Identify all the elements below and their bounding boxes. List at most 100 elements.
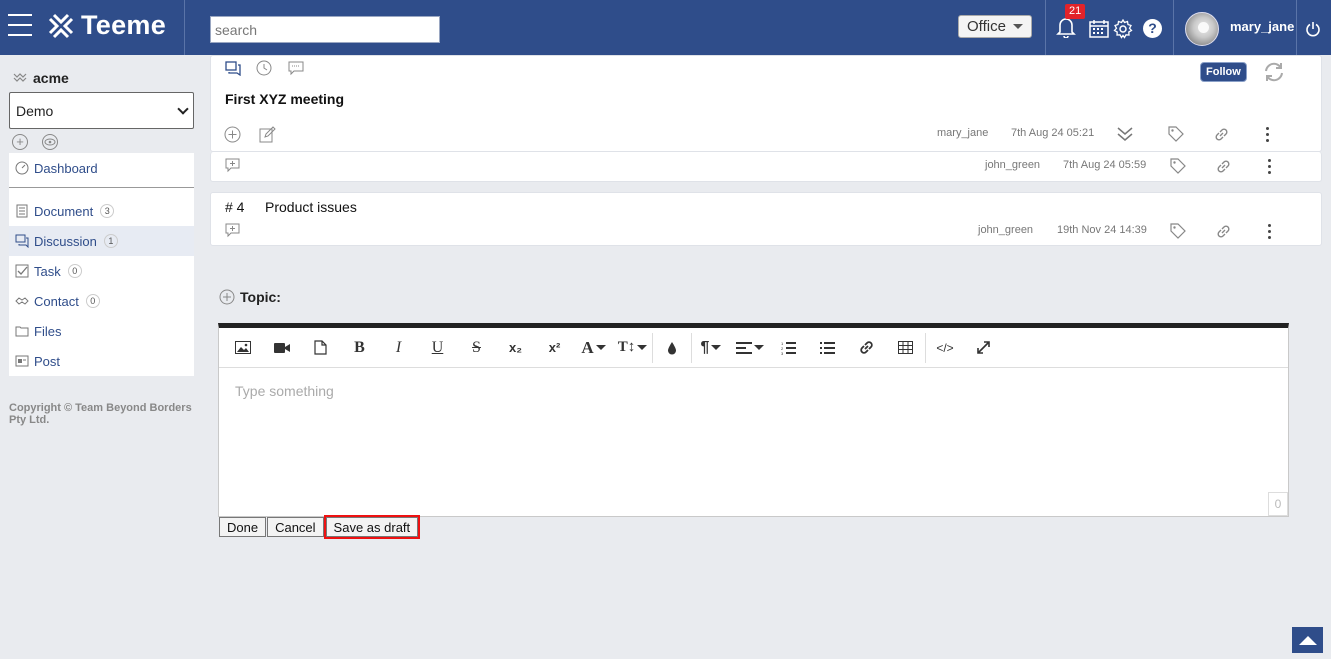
workspace-actions: + [12,134,58,150]
italic-button[interactable]: I [379,333,418,363]
brand-logo[interactable]: Teeme [47,10,166,41]
strikethrough-button[interactable]: S [457,333,496,363]
sidebar-item-label: Dashboard [34,160,98,176]
link-icon[interactable] [1215,158,1232,175]
paragraph-button[interactable]: ¶ [691,332,730,363]
insert-video-icon[interactable] [262,333,301,363]
table-icon[interactable] [886,333,925,363]
add-circle-icon[interactable] [219,289,235,305]
workspace-value: Demo [16,102,54,119]
link-icon[interactable] [1215,223,1232,240]
post-icon [15,355,29,367]
divider [1296,0,1297,55]
tag-icon[interactable] [1170,223,1186,239]
org-header: acme [13,70,69,86]
discussion-icon [15,234,29,248]
bell-icon[interactable] [1056,16,1076,38]
workspace-select[interactable]: Demo [9,92,194,129]
task-icon [15,264,29,278]
org-name: acme [33,70,69,86]
topic-title[interactable]: Product issues [265,199,357,215]
clock-icon[interactable] [256,60,272,76]
save-draft-button[interactable]: Save as draft [323,515,421,539]
reply-author: john_green [985,159,1041,171]
sidebar-item-label: Post [34,353,61,369]
add-comment-icon[interactable] [225,223,240,238]
sidebar-item-dashboard[interactable]: Dashboard [9,153,194,183]
align-button[interactable] [730,333,769,363]
link-icon[interactable] [847,333,886,363]
code-view-button[interactable]: </> [925,332,964,363]
avatar[interactable] [1185,12,1219,46]
add-workspace-icon[interactable]: + [12,134,28,150]
ordered-list-icon[interactable]: 123 [769,333,808,363]
add-comment-icon[interactable] [225,158,240,173]
rich-text-editor: B I U S x₂ x² A T↕ ¶ 123 </> Type someth… [218,323,1289,517]
comment-icon[interactable] [288,61,304,76]
insert-image-icon[interactable] [223,333,262,363]
text-color-icon[interactable] [652,332,691,363]
done-button[interactable]: Done [219,517,267,537]
font-size-button[interactable]: T↕ [613,333,652,363]
count-badge: 3 [100,204,115,218]
caret-down-icon [595,345,606,350]
caret-down-icon [1013,24,1023,29]
chevron-down-icon [177,102,189,115]
svg-text:3: 3 [781,351,784,355]
view-icon[interactable] [42,134,58,150]
search-input[interactable] [210,16,440,43]
sidebar-item-document[interactable]: Document 3 [9,196,194,226]
power-icon[interactable] [1305,21,1321,37]
sidebar-item-task[interactable]: Task 0 [9,256,194,286]
cancel-button[interactable]: Cancel [267,517,324,537]
add-circle-icon[interactable] [224,126,241,143]
more-options-icon[interactable] [1268,159,1271,177]
discussion-icon[interactable] [225,61,241,76]
username[interactable]: mary_jane [1230,19,1294,34]
copyright: Copyright © Team Beyond Borders Pty Ltd. [9,402,192,426]
sidebar-item-label: Document [34,203,94,219]
font-color-label: A [581,337,594,357]
more-options-icon[interactable] [1266,127,1269,145]
sidebar-item-label: Task [34,263,61,279]
discussion-card [210,55,1322,152]
follow-button[interactable]: Follow [1200,62,1247,82]
editor-toolbar: B I U S x₂ x² A T↕ ¶ 123 </> [219,328,1288,368]
edit-icon[interactable] [259,126,276,143]
calendar-icon[interactable] [1089,19,1109,38]
count-badge: 0 [67,264,82,278]
app-name: Teeme [81,10,167,40]
tag-icon[interactable] [1170,158,1186,174]
topic-label: Topic: [240,289,281,305]
menu-icon[interactable] [8,14,34,38]
more-options-icon[interactable] [1268,224,1271,242]
sidebar-item-post[interactable]: Post [9,346,194,376]
sidebar-item-contact[interactable]: Contact 0 [9,286,194,316]
bold-button[interactable]: B [340,333,379,363]
link-icon[interactable] [1213,126,1230,143]
post-timestamp: 7th Aug 24 05:21 [1011,127,1095,139]
insert-file-icon[interactable] [301,333,340,363]
divider [1173,0,1174,55]
office-dropdown[interactable]: Office [958,15,1032,38]
scroll-to-top-button[interactable] [1292,627,1323,653]
sidebar-item-files[interactable]: Files [9,316,194,346]
help-icon[interactable]: ? [1143,19,1162,38]
fullscreen-icon[interactable] [964,333,1003,363]
sidebar-item-discussion[interactable]: Discussion 1 [9,226,194,256]
underline-button[interactable]: U [418,333,457,363]
editor-placeholder[interactable]: Type something [235,383,334,399]
caret-down-icon [711,345,722,350]
unordered-list-icon[interactable] [808,333,847,363]
superscript-button[interactable]: x² [535,333,574,363]
sidebar-item-label: Contact [34,293,79,309]
refresh-icon[interactable] [1262,60,1286,84]
font-color-button[interactable]: A [574,333,613,363]
double-chevron-down-icon[interactable] [1116,125,1134,143]
topic-number: # 4 [225,199,245,215]
notification-badge: 21 [1065,4,1086,19]
gear-icon[interactable] [1113,19,1133,39]
subscript-button[interactable]: x₂ [496,333,535,363]
discussion-title[interactable]: First XYZ meeting [225,91,344,107]
tag-icon[interactable] [1168,126,1184,142]
